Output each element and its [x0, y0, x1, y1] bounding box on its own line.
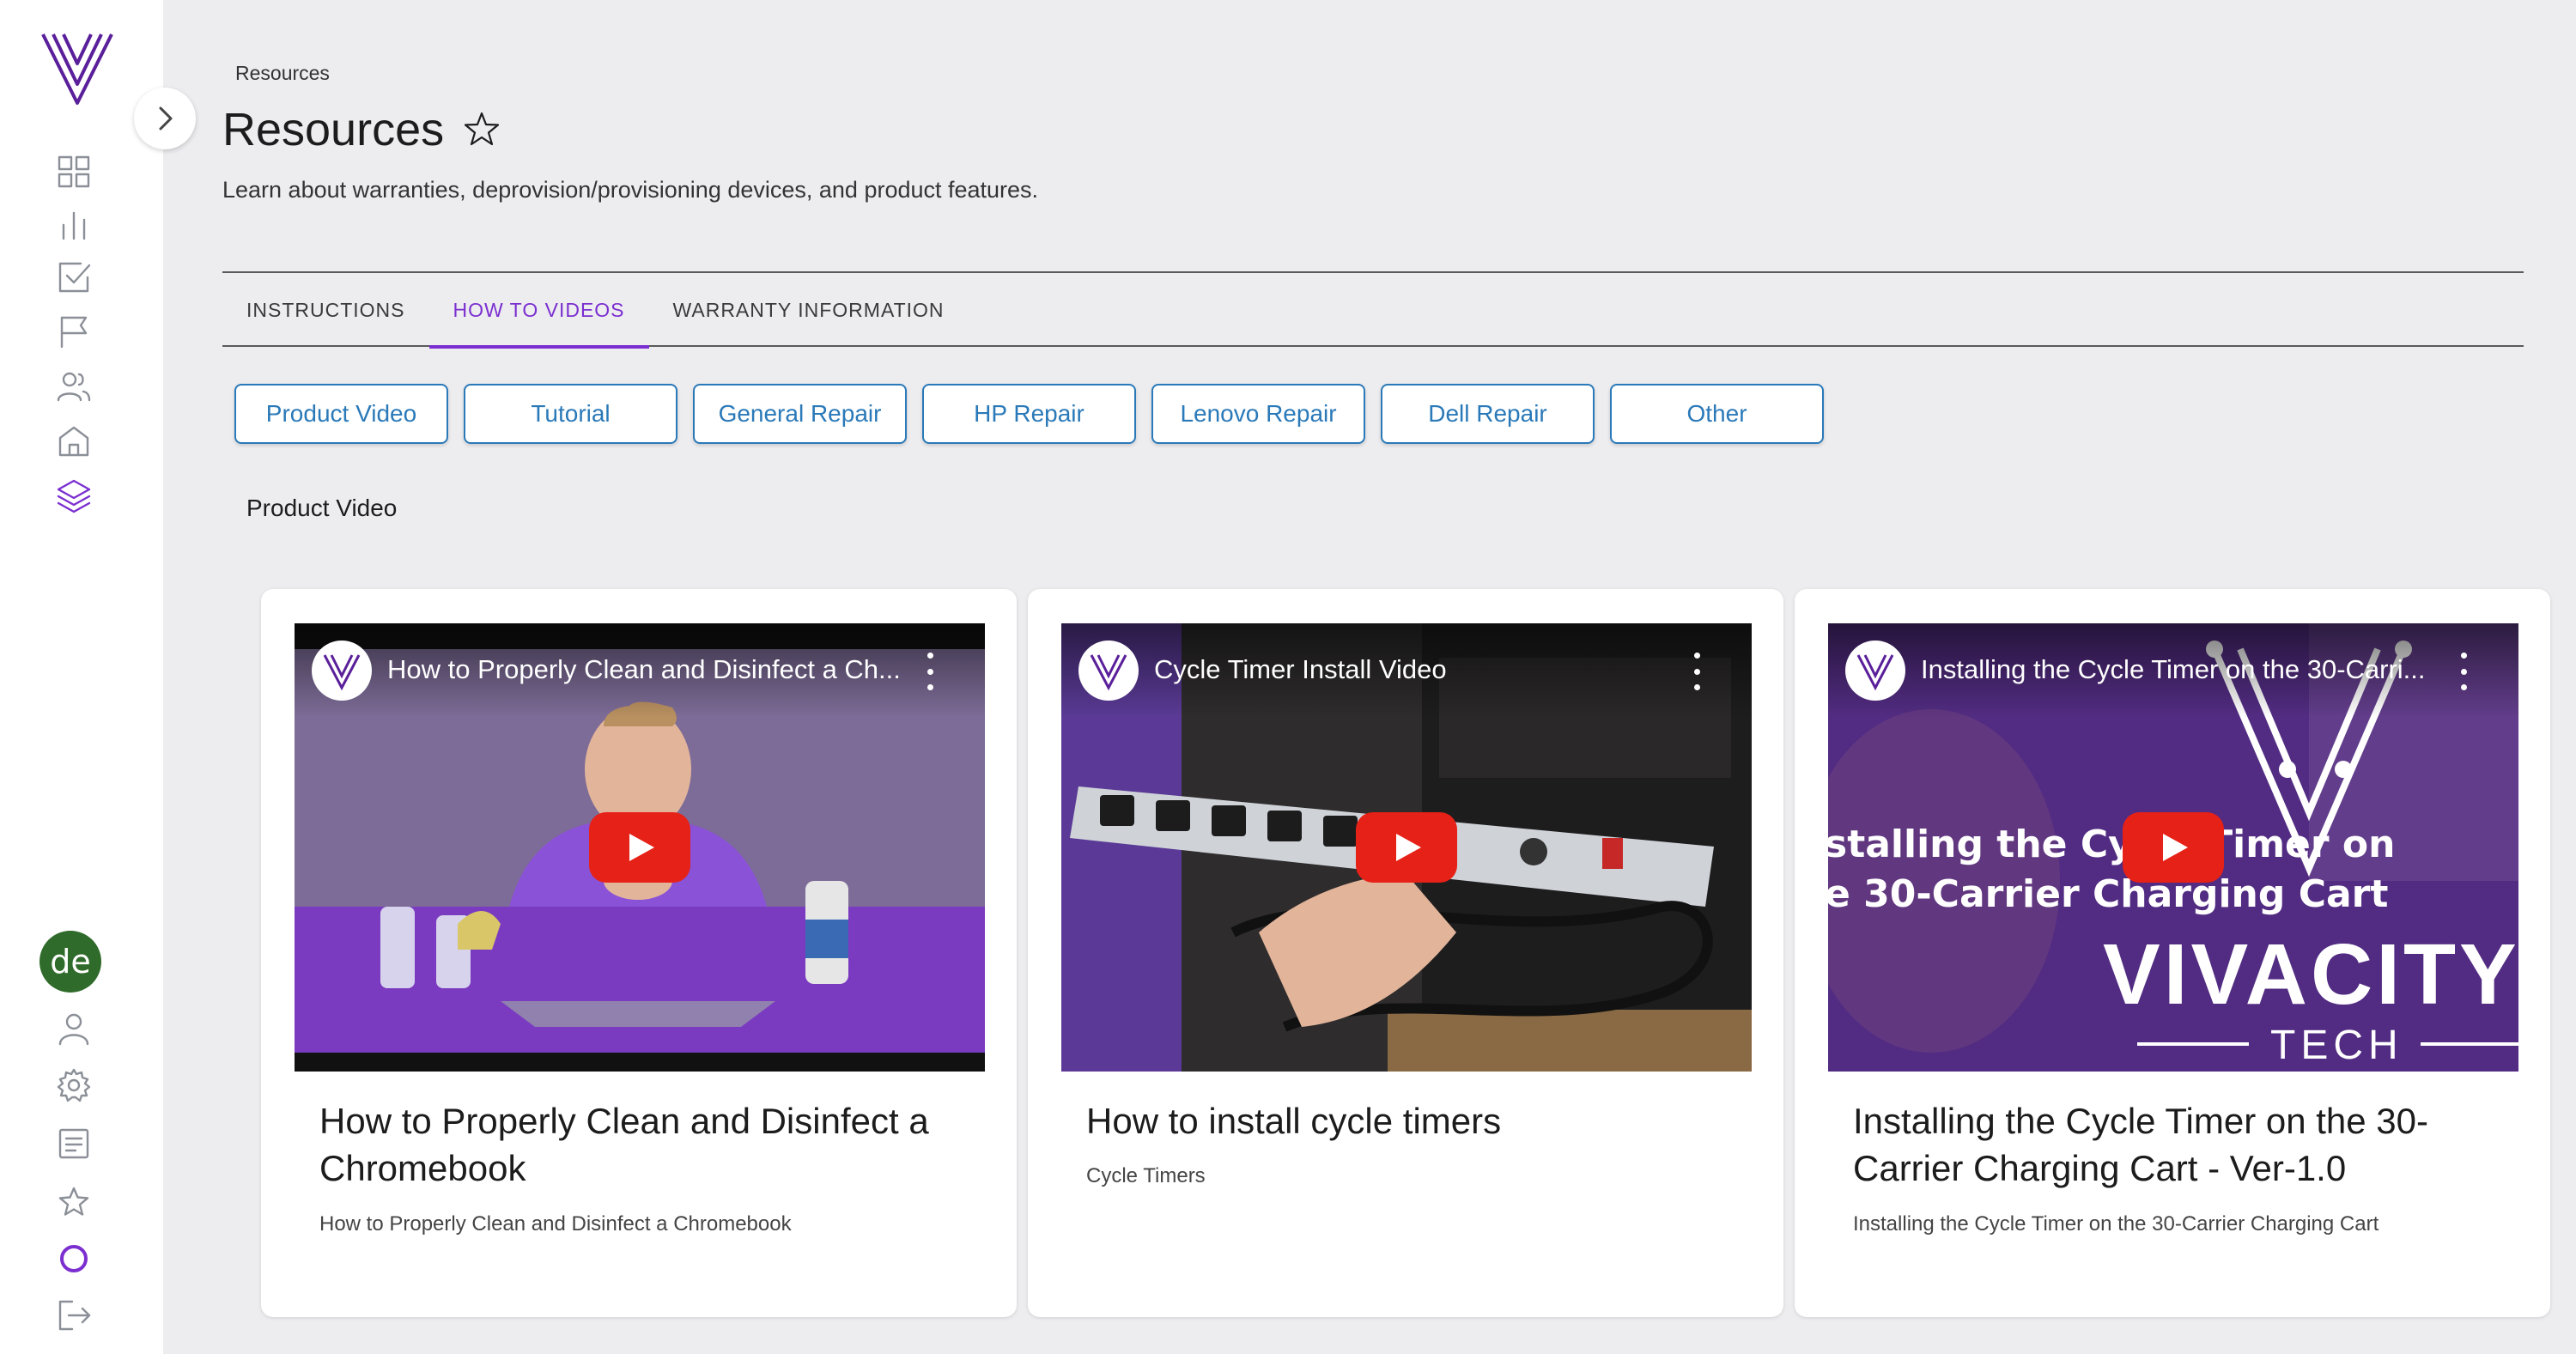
- favorites-icon[interactable]: [48, 1176, 100, 1228]
- tab-how-to-videos[interactable]: HOW TO VIDEOS: [428, 273, 649, 349]
- card-description: How to Properly Clean and Disinfect a Ch…: [319, 1212, 792, 1236]
- video-thumbnail[interactable]: stalling the Cycle Timer on e 30-Carrier…: [1828, 623, 2518, 1072]
- channel-logo-icon[interactable]: [312, 641, 372, 701]
- circle-icon[interactable]: [48, 1233, 100, 1284]
- filter-general-repair-button[interactable]: General Repair: [693, 384, 907, 444]
- video-title[interactable]: Installing the Cycle Timer on the 30-Car…: [1921, 654, 2426, 685]
- category-filters: Product Video Tutorial General Repair HP…: [234, 384, 1824, 444]
- flag-icon[interactable]: [48, 306, 100, 357]
- filter-tutorial-button[interactable]: Tutorial: [464, 384, 677, 444]
- channel-logo-icon[interactable]: [1078, 641, 1139, 701]
- overlay-title-line-1: stalling the Cycle Timer on: [1828, 823, 2396, 866]
- video-card: Cycle Timer Install Video How to install…: [1028, 589, 1783, 1317]
- play-button-icon[interactable]: [2123, 812, 2224, 883]
- card-description: Installing the Cycle Timer on the 30-Car…: [1853, 1212, 2379, 1236]
- document-icon[interactable]: [48, 1118, 100, 1169]
- tasks-icon[interactable]: [48, 252, 100, 303]
- video-title[interactable]: How to Properly Clean and Disinfect a Ch…: [387, 654, 901, 685]
- video-title[interactable]: Cycle Timer Install Video: [1154, 654, 1447, 685]
- reports-icon[interactable]: [48, 199, 100, 251]
- video-thumbnail[interactable]: How to Properly Clean and Disinfect a Ch…: [295, 623, 985, 1072]
- avatar[interactable]: de: [39, 931, 101, 993]
- play-button-icon[interactable]: [1356, 812, 1457, 883]
- users-icon[interactable]: [48, 361, 100, 412]
- card-description: Cycle Timers: [1086, 1164, 1206, 1187]
- more-options-icon[interactable]: [2455, 653, 2472, 690]
- settings-icon[interactable]: [48, 1060, 100, 1111]
- video-card: stalling the Cycle Timer on e 30-Carrier…: [1795, 589, 2550, 1317]
- tab-instructions[interactable]: INSTRUCTIONS: [222, 273, 429, 347]
- layers-icon[interactable]: [48, 471, 100, 522]
- chevron-right-icon: [159, 106, 173, 131]
- page-subtitle: Learn about warranties, deprovision/prov…: [222, 177, 1039, 203]
- sidebar: de: [0, 0, 163, 1354]
- filter-hp-repair-button[interactable]: HP Repair: [922, 384, 1136, 444]
- card-title[interactable]: Installing the Cycle Timer on the 30-Car…: [1853, 1097, 2506, 1192]
- logout-icon[interactable]: [48, 1290, 100, 1341]
- favorite-star-icon[interactable]: [461, 109, 502, 150]
- filter-other-button[interactable]: Other: [1610, 384, 1824, 444]
- brand-subtext: TECH: [2270, 1023, 2403, 1068]
- more-options-icon[interactable]: [921, 653, 939, 690]
- expand-sidebar-button[interactable]: [134, 88, 196, 149]
- more-options-icon[interactable]: [1688, 653, 1705, 690]
- channel-logo-icon[interactable]: [1845, 641, 1905, 701]
- profile-icon[interactable]: [48, 1003, 100, 1054]
- overlay-title-line-2: e 30-Carrier Charging Cart: [1828, 872, 2389, 916]
- card-title[interactable]: How to install cycle timers: [1086, 1097, 1739, 1145]
- filter-product-video-button[interactable]: Product Video: [234, 384, 448, 444]
- section-title: Product Video: [246, 495, 398, 521]
- filter-dell-repair-button[interactable]: Dell Repair: [1381, 384, 1595, 444]
- brand-wordmark: VIVACITY: [2103, 926, 2518, 1023]
- tab-warranty-information[interactable]: WARRANTY INFORMATION: [649, 273, 969, 347]
- dashboard-icon[interactable]: [48, 146, 100, 197]
- card-title[interactable]: How to Properly Clean and Disinfect a Ch…: [319, 1097, 972, 1192]
- video-thumbnail[interactable]: Cycle Timer Install Video: [1061, 623, 1752, 1072]
- video-card: How to Properly Clean and Disinfect a Ch…: [261, 589, 1017, 1317]
- tab-bar: INSTRUCTIONS HOW TO VIDEOS WARRANTY INFO…: [222, 271, 2524, 349]
- page-title-row: Resources: [222, 103, 502, 156]
- vivacity-logo[interactable]: [39, 31, 115, 106]
- home-icon[interactable]: [48, 416, 100, 467]
- play-button-icon[interactable]: [589, 812, 690, 883]
- breadcrumb[interactable]: Resources: [235, 62, 330, 85]
- page-title: Resources: [222, 104, 445, 155]
- filter-lenovo-repair-button[interactable]: Lenovo Repair: [1151, 384, 1365, 444]
